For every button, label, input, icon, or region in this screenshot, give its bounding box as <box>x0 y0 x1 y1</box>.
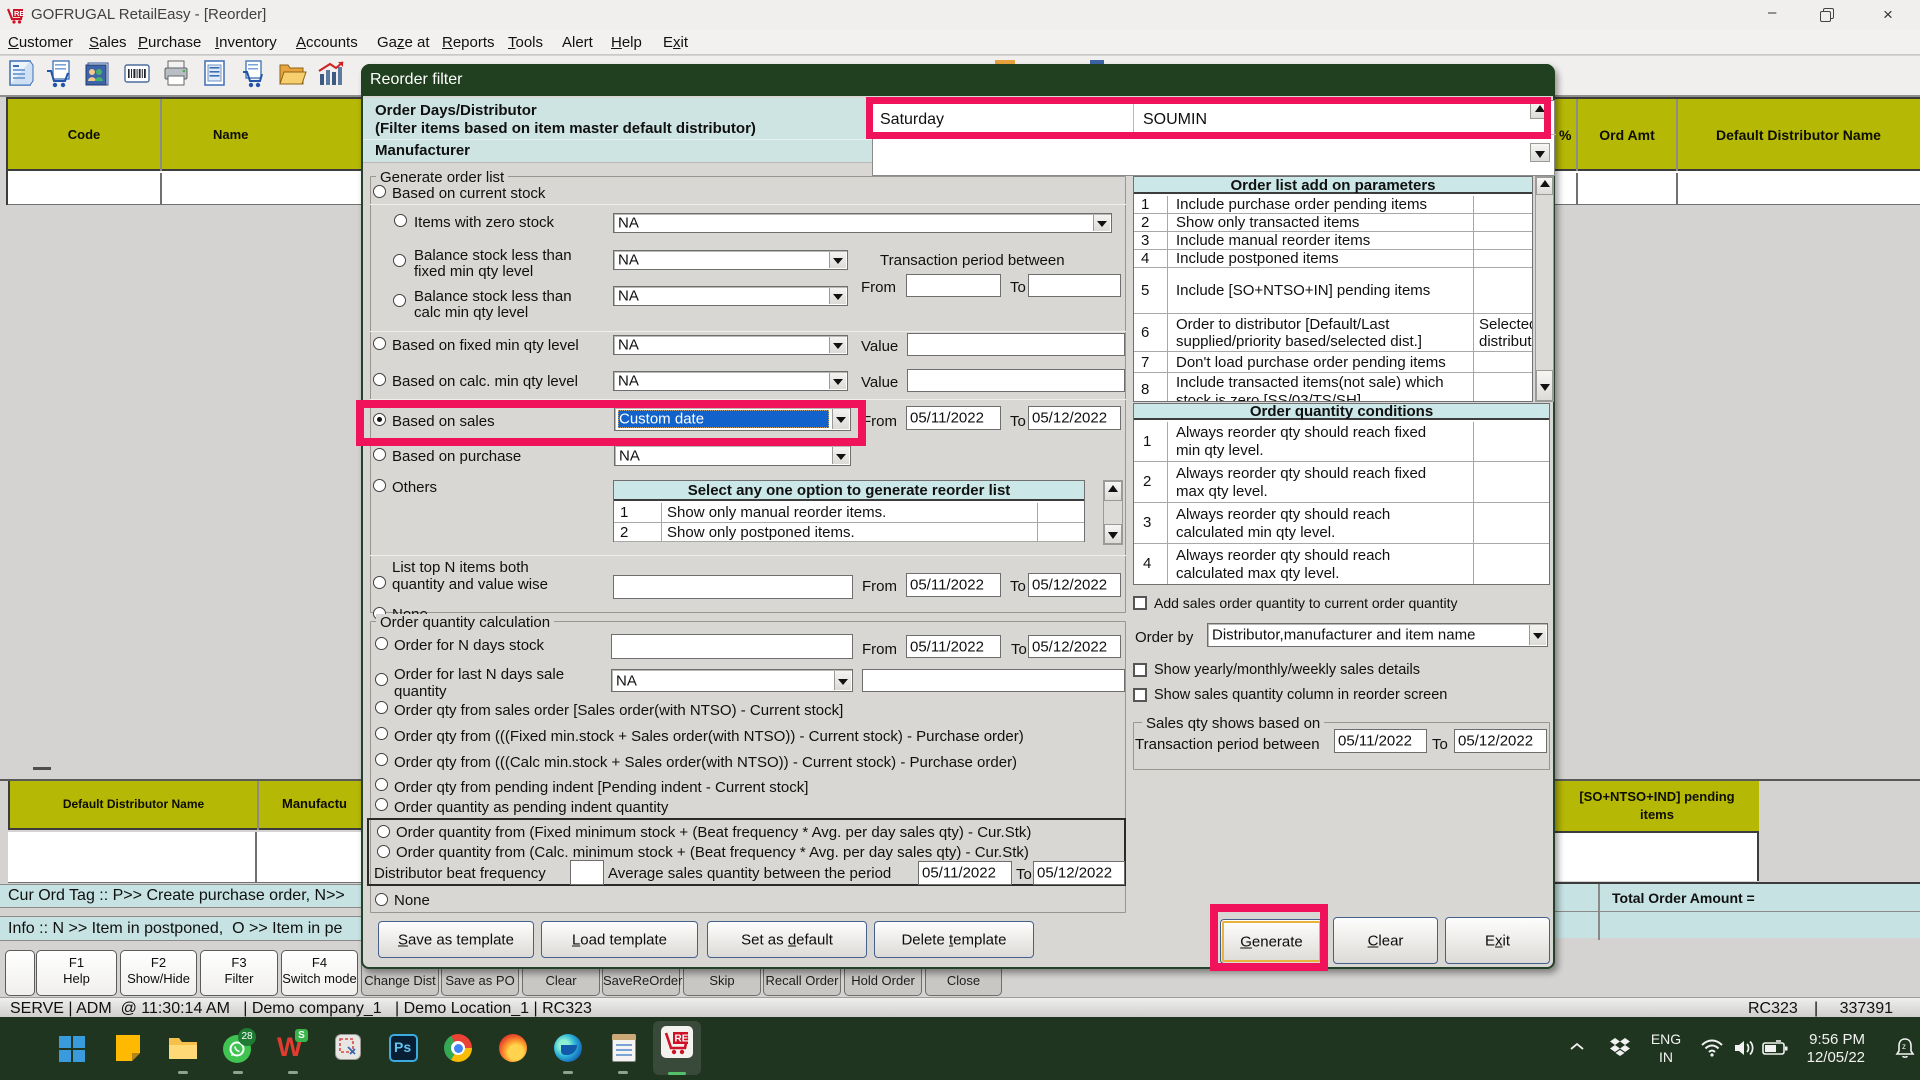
svg-text:z: z <box>1902 1042 1906 1051</box>
svg-text:RE: RE <box>14 9 24 18</box>
svg-text:RE: RE <box>675 1034 689 1045</box>
